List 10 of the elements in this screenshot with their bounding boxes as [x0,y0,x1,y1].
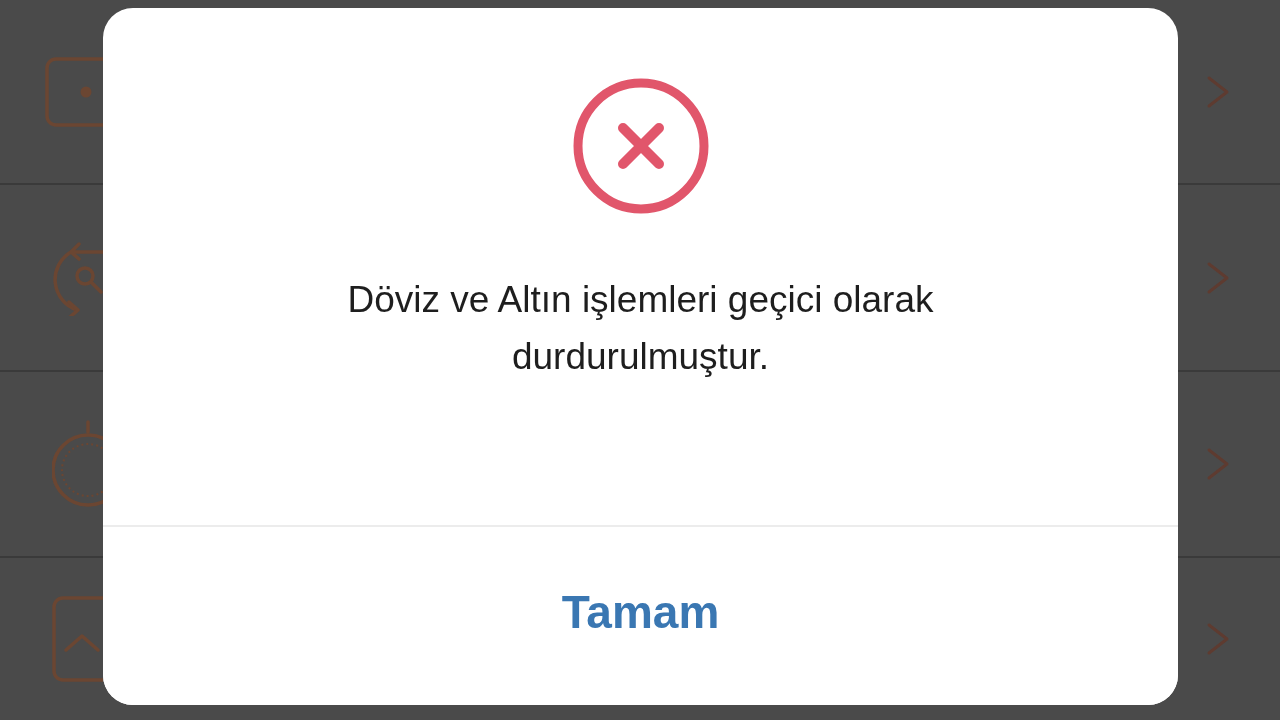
chevron-right-icon [1206,622,1230,656]
alert-message: Döviz ve Altın işlemleri geçici olarak durdurulmuştur. [346,278,935,379]
dial-icon [52,420,103,508]
image-icon [52,596,103,682]
error-icon [572,78,709,214]
chevron-right-icon [1206,260,1230,295]
card-icon [45,56,103,127]
chevron-right-icon [1206,74,1230,109]
chevron-right-icon [1206,447,1230,481]
refresh-search-icon [51,239,103,316]
